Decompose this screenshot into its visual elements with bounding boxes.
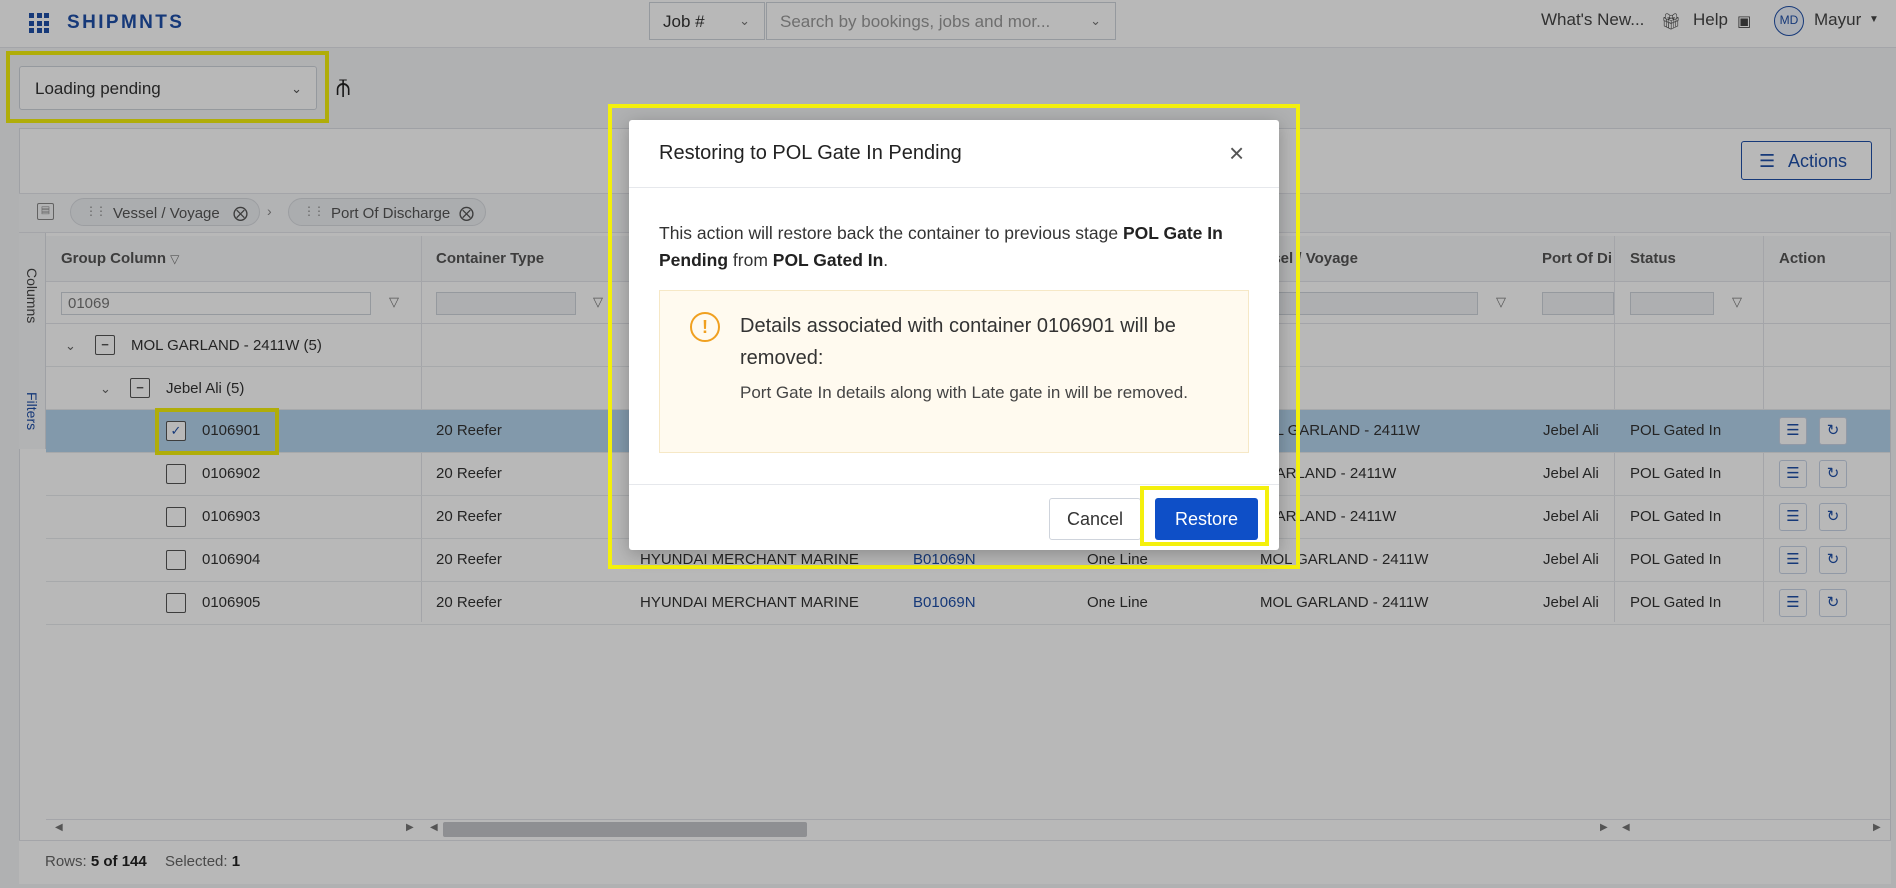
warning-notice: ! Details associated with container 0106… [659,290,1249,453]
notice-title: Details associated with container 010690… [740,315,1176,369]
message-text: . [883,250,889,270]
warning-icon: ! [690,312,720,342]
message-text: This action will restore back the contai… [659,223,1123,243]
notice-text: Port Gate In details along with Late gat… [740,383,1188,402]
dialog-title: Restoring to POL Gate In Pending [659,142,962,164]
message-text: from [728,250,773,270]
current-stage: POL Gated In [772,250,884,270]
dialog-message: This action will restore back the contai… [659,220,1249,274]
highlight-box [1140,486,1269,546]
cancel-button[interactable]: Cancel [1049,498,1141,540]
close-icon[interactable]: × [1229,138,1244,169]
